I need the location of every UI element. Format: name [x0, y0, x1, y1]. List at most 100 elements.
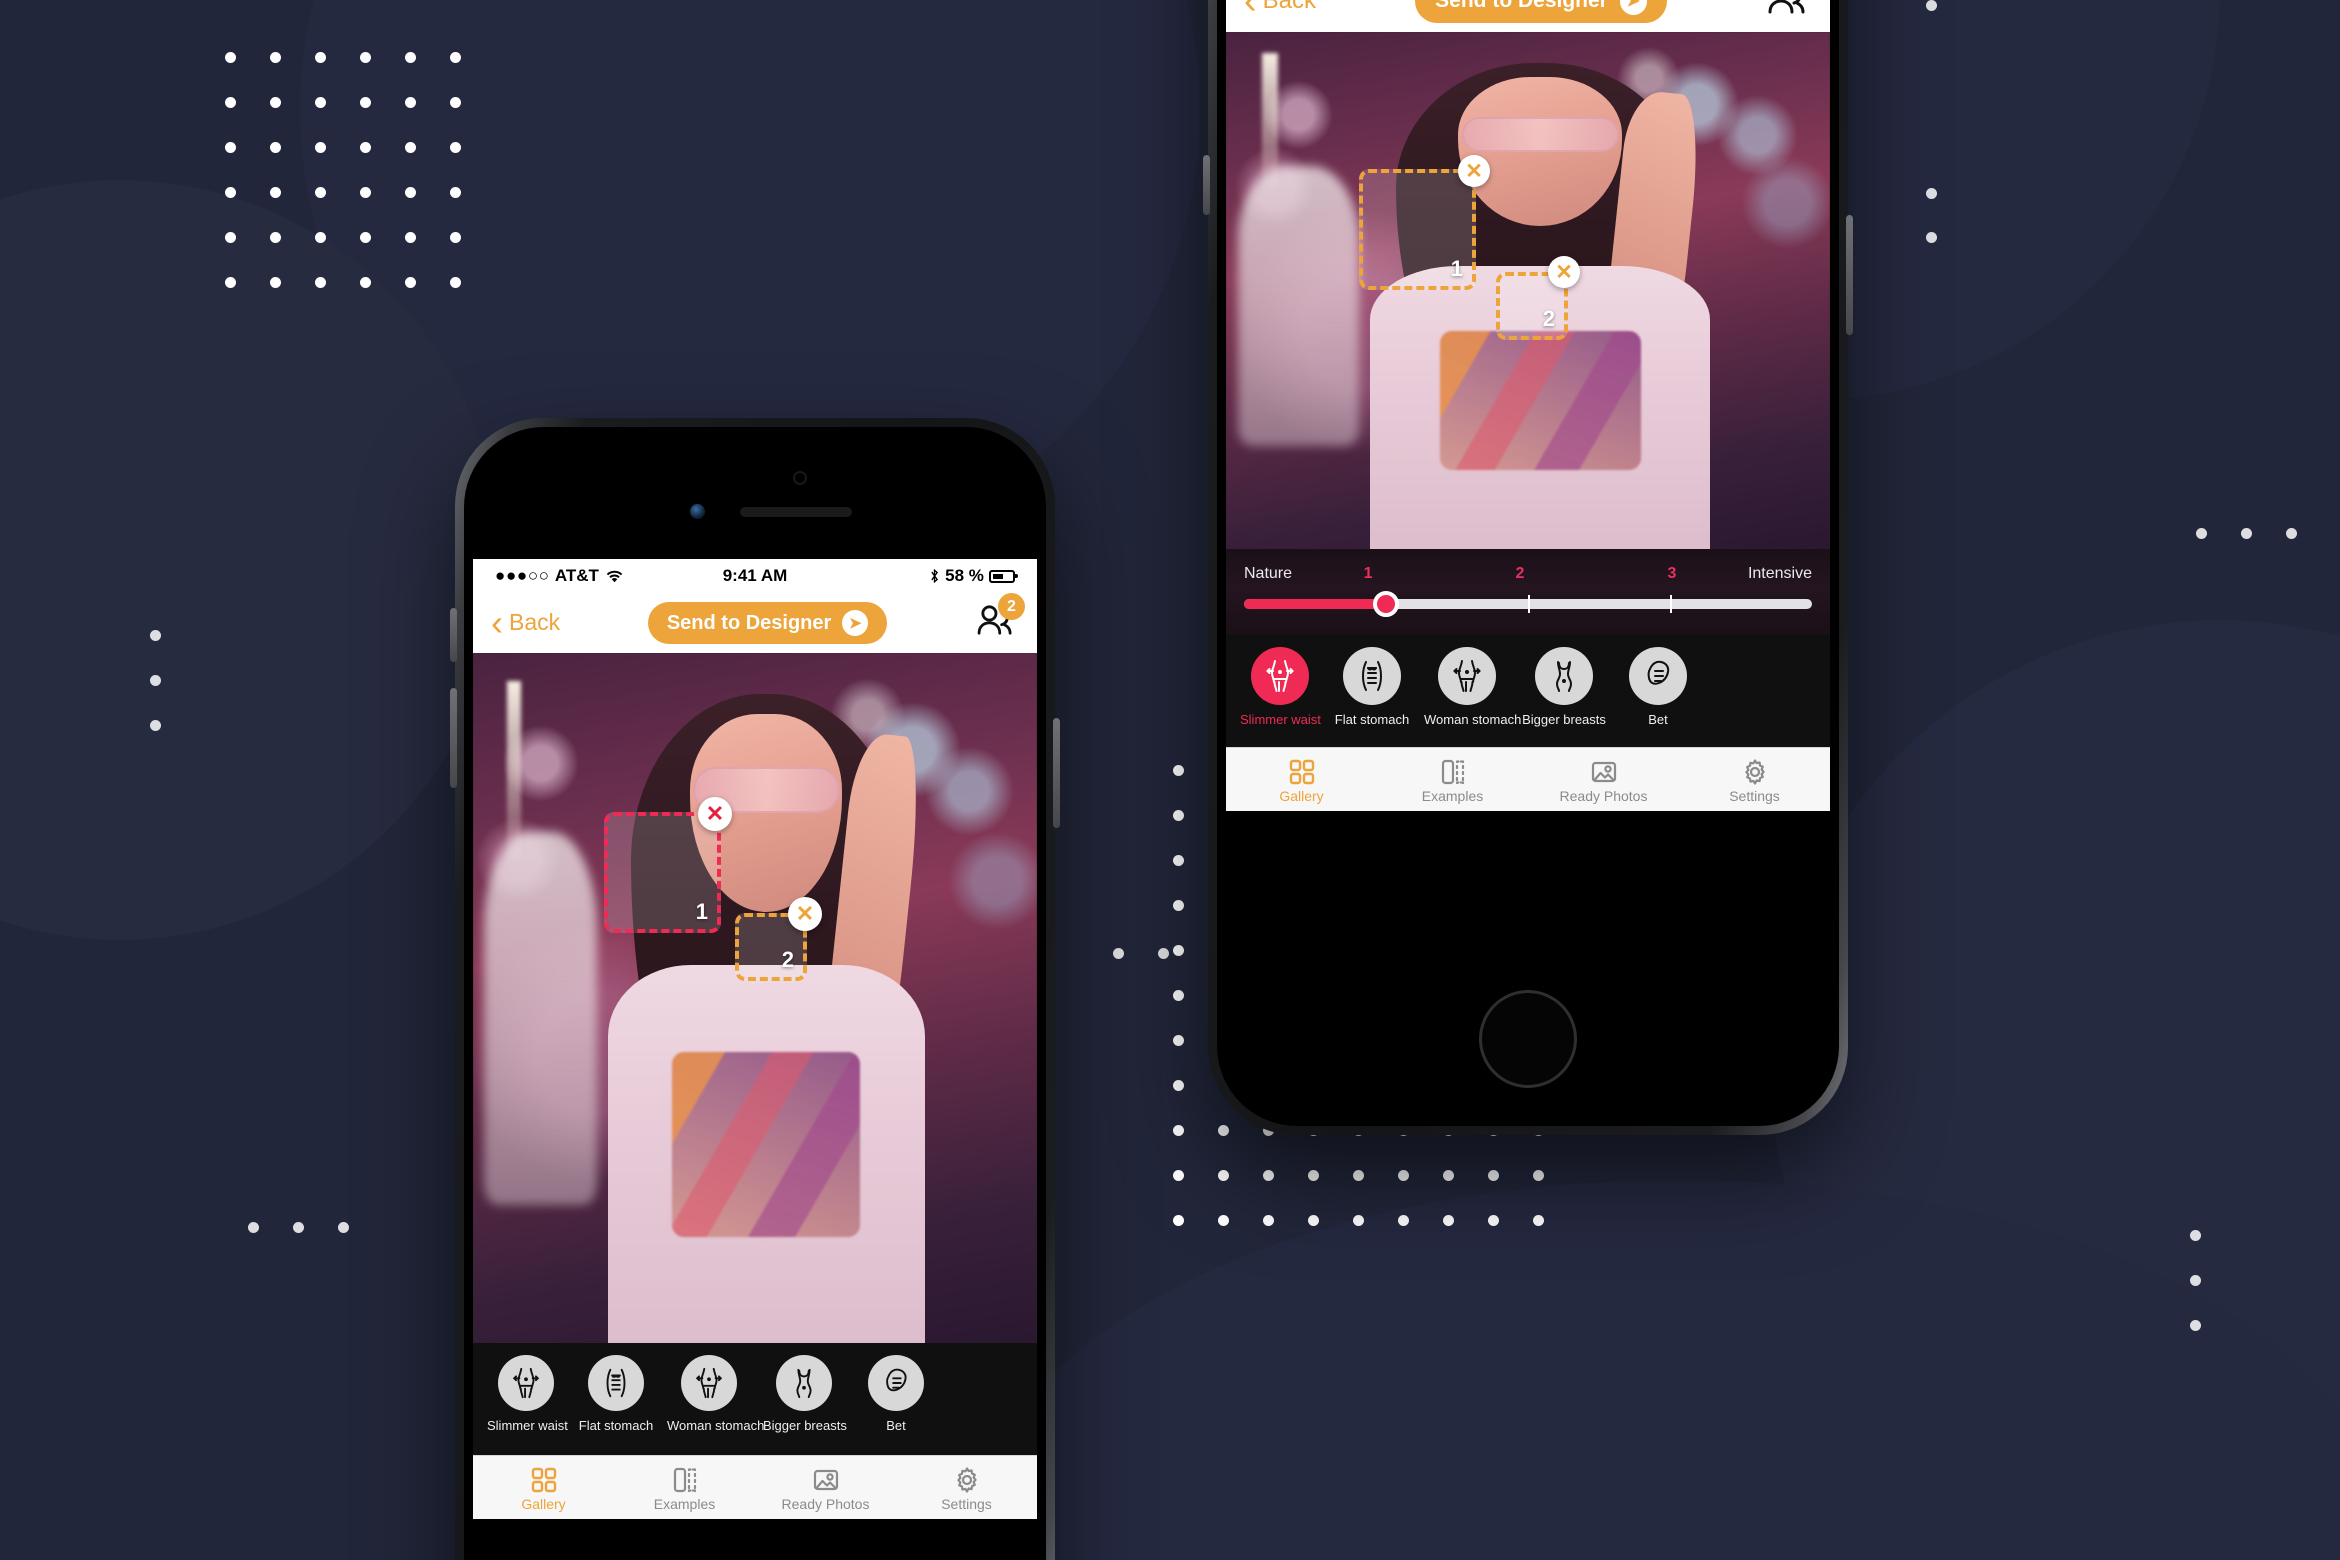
send-to-designer-button[interactable]: Send to Designer ➤ [1415, 0, 1667, 23]
intensity-slider-track[interactable] [1244, 591, 1812, 617]
tab-ready-photos[interactable]: Ready Photos [755, 1464, 896, 1512]
back-button[interactable]: ‹ Back [1244, 0, 1317, 20]
phone-side-button[interactable] [450, 608, 457, 662]
tool-better-legs[interactable]: Bet [857, 1355, 935, 1433]
woman-stomach-icon [1438, 647, 1496, 705]
woman-stomach-icon [681, 1355, 737, 1411]
tool-slimmer-waist[interactable]: Slimmer waist [487, 1355, 568, 1433]
phone-side-button[interactable] [1846, 215, 1853, 335]
chevron-left-icon: ‹ [491, 601, 503, 643]
decor-dot [1158, 948, 1169, 959]
tool-woman-stomach[interactable]: Woman stomach [667, 1355, 765, 1433]
gear-icon [896, 1464, 1037, 1496]
tool-better-legs[interactable]: Bet [1618, 647, 1698, 727]
selection-close-button-2[interactable]: ✕ [1548, 256, 1580, 288]
decor-dot-grid-top-left [225, 52, 461, 288]
slider-max-label: Intensive [1747, 565, 1812, 582]
phone-side-button[interactable] [450, 688, 457, 788]
arrow-right-icon: ➤ [842, 610, 869, 636]
photo-canvas-front[interactable]: 1 ✕ 2 ✕ [473, 653, 1037, 1343]
tab-examples[interactable]: Examples [1377, 756, 1528, 804]
bigger-breasts-icon [1535, 647, 1593, 705]
decor-dot [1113, 948, 1124, 959]
selection-number: 2 [781, 947, 794, 972]
tool-slimmer-waist[interactable]: Slimmer waist [1240, 647, 1321, 727]
selection-box-1[interactable]: 1 [604, 812, 721, 933]
tab-bar-front[interactable]: Gallery Examples Ready Photos Settings [473, 1455, 1037, 1519]
slider-tick-2: 2 [1515, 565, 1525, 582]
slider-notch [1670, 595, 1672, 613]
tab-label: Gallery [1279, 787, 1324, 804]
send-to-designer-label: Send to Designer [666, 611, 832, 634]
tool-label: Woman stomach [1424, 712, 1522, 727]
decor-dot [150, 720, 161, 731]
tool-label: Bet [1648, 712, 1668, 727]
tool-label: Bigger breasts [763, 1418, 847, 1433]
selection-box-1[interactable]: 1 [1359, 169, 1476, 290]
tool-flat-stomach[interactable]: Flat stomach [577, 1355, 655, 1433]
compare-icon [614, 1464, 755, 1496]
earpiece-speaker [740, 507, 852, 517]
back-button-label: Back [1262, 0, 1317, 14]
bigger-breasts-icon [776, 1355, 832, 1411]
tool-label: Bigger breasts [1522, 712, 1606, 727]
photo-icon [755, 1464, 896, 1496]
nav-bar-back: ‹ Back Send to Designer ➤ [1226, 0, 1830, 32]
arrow-right-icon: ➤ [1619, 0, 1647, 15]
phone-side-button[interactable] [1203, 155, 1210, 215]
contacts-icon [1766, 0, 1812, 15]
phone-side-button[interactable] [1053, 718, 1060, 828]
tool-flat-stomach[interactable]: Flat stomach [1332, 647, 1412, 727]
tab-gallery[interactable]: Gallery [473, 1464, 614, 1512]
status-time: 9:41 AM [722, 566, 788, 585]
photo-canvas-back[interactable]: 1 ✕ 2 ✕ [1226, 32, 1830, 549]
tool-strip-front[interactable]: Slimmer waist Flat stomach Woman stomach… [473, 1343, 1037, 1455]
tool-label: Bet [886, 1418, 906, 1433]
battery-icon [988, 569, 1018, 583]
tab-settings[interactable]: Settings [896, 1464, 1037, 1512]
tab-ready-photos[interactable]: Ready Photos [1528, 756, 1679, 804]
decor-dot [150, 675, 161, 686]
selection-close-button-1[interactable]: ✕ [698, 797, 732, 831]
front-camera-icon [690, 504, 705, 519]
decor-dot [2190, 1320, 2201, 1331]
gear-icon [1679, 756, 1830, 788]
selection-close-button-2[interactable]: ✕ [788, 897, 822, 931]
photo-subject-glasses [1461, 117, 1619, 152]
compare-icon [1377, 756, 1528, 788]
intensity-slider-panel-back: Nature 1 2 3 Intensive [1226, 549, 1830, 635]
decor-dot [150, 630, 161, 641]
photo-icon [1528, 756, 1679, 788]
tool-label: Woman stomach [667, 1418, 765, 1433]
tool-strip-back[interactable]: Slimmer waist Flat stomach Woman stomach… [1226, 635, 1830, 747]
tool-label: Slimmer waist [487, 1418, 568, 1433]
tool-bigger-breasts[interactable]: Bigger breasts [1522, 647, 1606, 727]
back-button-label: Back [509, 609, 561, 636]
tool-bigger-breasts[interactable]: Bigger breasts [763, 1355, 847, 1433]
wifi-icon [606, 570, 623, 583]
tab-settings[interactable]: Settings [1679, 756, 1830, 804]
phone-device-front: ●●●○○ AT&T 9:41 AM 58 % ‹ Back Send to D… [450, 418, 1060, 1560]
proximity-sensor-icon [793, 471, 807, 485]
status-bar-front: ●●●○○ AT&T 9:41 AM 58 % [473, 559, 1037, 593]
decor-dot [2196, 528, 2207, 539]
contacts-badge: 2 [998, 593, 1025, 620]
slider-thumb[interactable] [1373, 591, 1399, 617]
selection-close-button-1[interactable]: ✕ [1458, 155, 1490, 187]
tab-bar-back[interactable]: Gallery Examples Ready Photos Settings [1226, 747, 1830, 811]
decor-dot [338, 1222, 349, 1233]
back-button[interactable]: ‹ Back [491, 601, 561, 643]
bluetooth-icon [929, 568, 940, 584]
decor-dot [2286, 528, 2297, 539]
photo-subject-shirt-print [672, 1051, 861, 1237]
tab-examples[interactable]: Examples [614, 1464, 755, 1512]
tab-gallery[interactable]: Gallery [1226, 756, 1377, 804]
slider-min-label: Nature [1244, 565, 1293, 582]
send-to-designer-button[interactable]: Send to Designer ➤ [647, 602, 888, 644]
contacts-button[interactable]: 2 [975, 593, 1025, 642]
flat-stomach-icon [1343, 647, 1401, 705]
tab-label: Examples [1421, 787, 1484, 804]
contacts-button[interactable]: 2 [1766, 0, 1812, 21]
home-button[interactable] [1479, 990, 1577, 1088]
tool-woman-stomach[interactable]: Woman stomach [1424, 647, 1522, 727]
